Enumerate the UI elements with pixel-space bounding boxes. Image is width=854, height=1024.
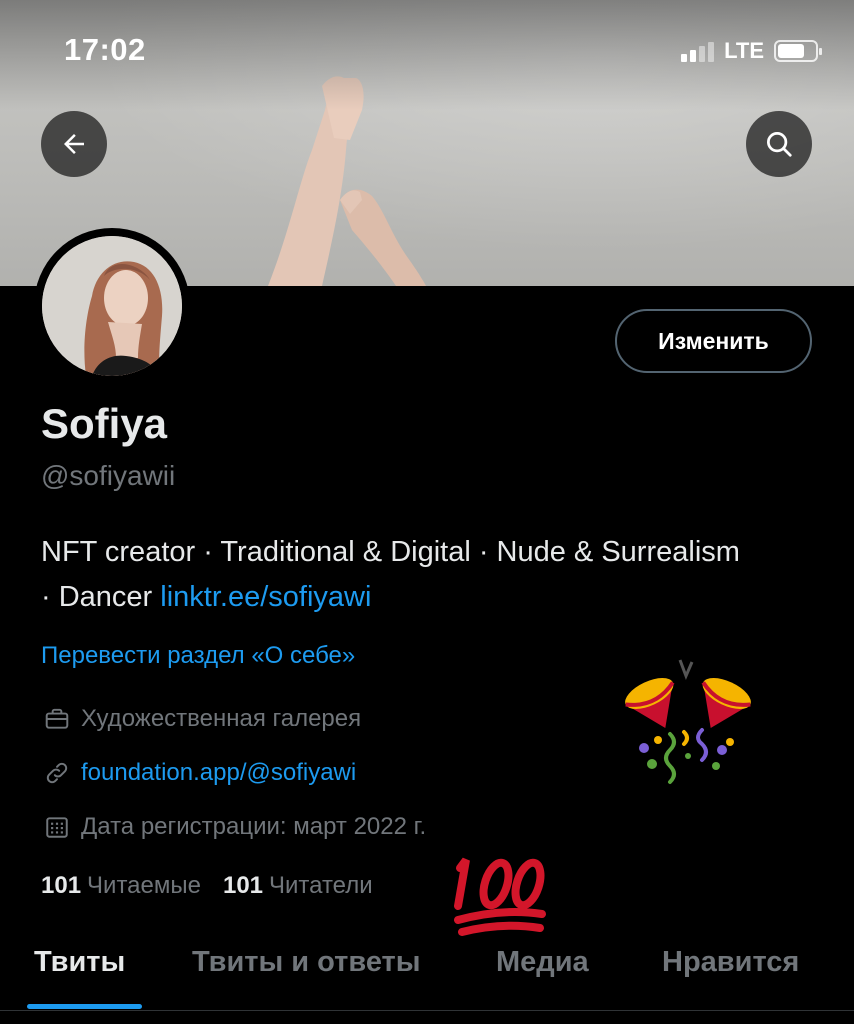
- translate-bio-link[interactable]: Перевести раздел «О себе»: [41, 642, 355, 670]
- category-text: Художественная галерея: [81, 705, 362, 732]
- following-stat[interactable]: 101 Читаемые: [41, 872, 201, 900]
- profile-category: Художественная галерея: [41, 703, 361, 735]
- tab-likes[interactable]: Нравится: [662, 946, 799, 979]
- signal-icon: [681, 40, 715, 62]
- network-type: LTE: [724, 38, 764, 63]
- active-tab-indicator: [27, 1004, 142, 1009]
- avatar-photo: [42, 236, 182, 376]
- back-button[interactable]: [41, 111, 107, 177]
- party-popper-emoji: [625, 659, 751, 784]
- arrow-left-icon: [64, 134, 84, 154]
- following-count: 101: [41, 872, 82, 899]
- search-button[interactable]: [746, 111, 812, 177]
- battery-icon: [774, 40, 822, 62]
- hundred-points-emoji: [454, 857, 546, 936]
- profile-joined: Дата регистрации: март 2022 г.: [41, 811, 426, 843]
- followers-label: Читатели: [269, 872, 373, 899]
- search-icon: [767, 132, 792, 157]
- avatar[interactable]: [34, 228, 190, 384]
- briefcase-icon: [41, 703, 73, 735]
- tab-tweets-replies[interactable]: Твиты и ответы: [192, 946, 421, 979]
- profile-handle: @sofiyawii: [41, 460, 176, 491]
- profile-tabs: Твиты Твиты и ответы Медиа Нравится: [0, 930, 854, 1011]
- bio-link[interactable]: linktr.ee/sofiyawi: [160, 581, 371, 613]
- status-indicators: LTE: [681, 38, 822, 64]
- tab-media[interactable]: Медиа: [496, 946, 589, 979]
- followers-stat[interactable]: 101 Читатели: [223, 872, 373, 900]
- website-link[interactable]: foundation.app/@sofiyawi: [81, 759, 356, 787]
- profile-name: Sofiya: [41, 400, 168, 447]
- link-icon: [41, 757, 73, 789]
- profile-website[interactable]: foundation.app/@sofiyawi: [41, 757, 356, 789]
- profile-bio: NFT creator · Traditional & Digital · Nu…: [41, 530, 741, 620]
- profile-stats: 101 Читаемые 101 Читатели: [41, 872, 373, 900]
- edit-profile-button[interactable]: Изменить: [615, 309, 812, 373]
- status-time: 17:02: [64, 32, 146, 67]
- bio-text: NFT creator · Traditional & Digital · Nu…: [41, 536, 740, 613]
- calendar-icon: [41, 811, 73, 843]
- joined-text: Дата регистрации: март 2022 г.: [81, 813, 427, 840]
- following-label: Читаемые: [87, 872, 201, 899]
- followers-count: 101: [222, 872, 264, 899]
- tab-tweets[interactable]: Твиты: [34, 946, 125, 979]
